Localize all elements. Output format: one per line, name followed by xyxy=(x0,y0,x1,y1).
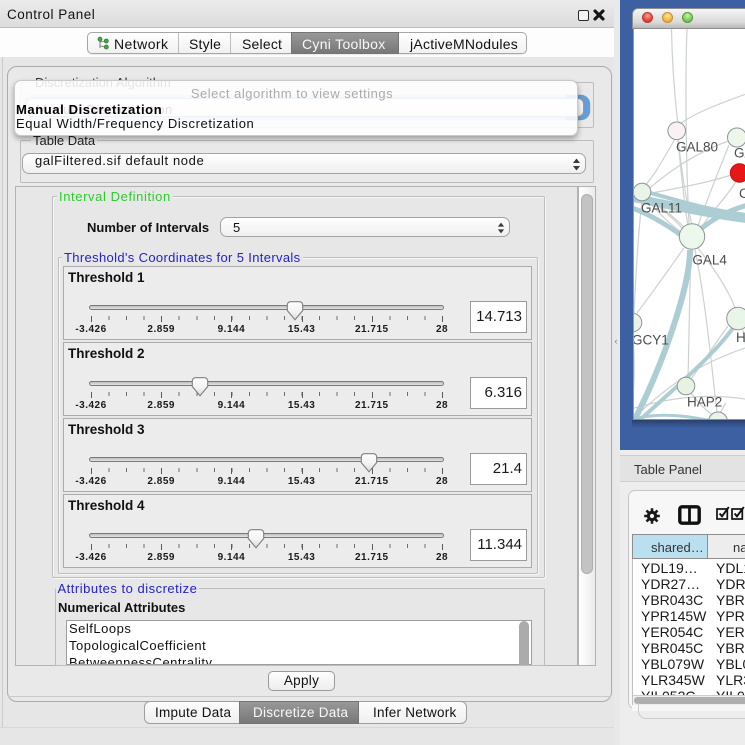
svg-text:GAL80: GAL80 xyxy=(676,139,718,154)
svg-text:GCY1: GCY1 xyxy=(634,332,669,347)
svg-text:GA: GA xyxy=(734,145,745,160)
svg-text:HAP2: HAP2 xyxy=(687,394,722,409)
svg-text:GAL4: GAL4 xyxy=(692,252,727,267)
svg-text:C: C xyxy=(739,186,745,201)
svg-text:H: H xyxy=(736,330,745,345)
svg-text:GAL11: GAL11 xyxy=(641,200,682,215)
